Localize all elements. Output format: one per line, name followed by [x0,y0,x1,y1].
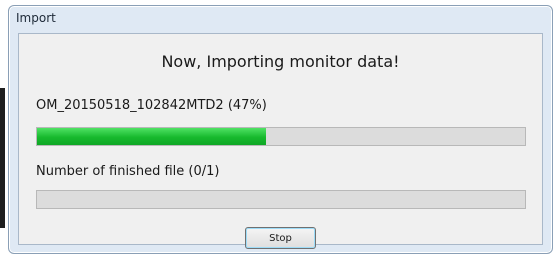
finished-files-label: Number of finished file (0/1) [36,164,220,179]
dialog-body: Now, Importing monitor data! OM_20150518… [18,33,543,249]
import-dialog: Import Now, Importing monitor data! OM_2… [8,5,553,254]
stop-button[interactable]: Stop [245,227,316,249]
title-bar[interactable]: Import [9,6,552,28]
finished-files-progress-bar [36,190,526,209]
current-file-progress-fill [37,128,267,145]
background-window-edge [0,88,5,228]
current-file-progress-bar [36,127,526,146]
import-heading: Now, Importing monitor data! [161,52,400,71]
current-file-label: OM_20150518_102842MTD2 (47%) [36,98,267,113]
window-title: Import [16,11,56,25]
